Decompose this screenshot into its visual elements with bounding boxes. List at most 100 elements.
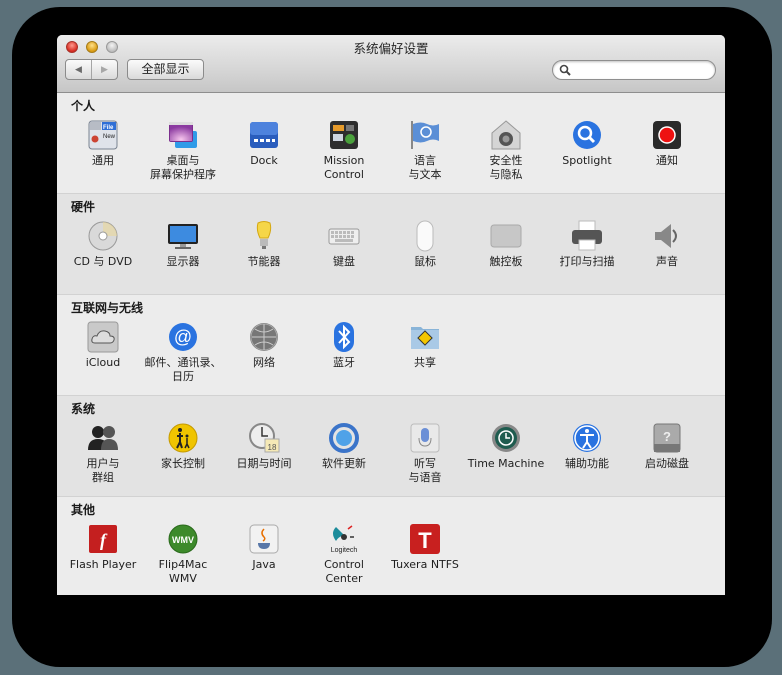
cd-dvd-icon: [87, 220, 119, 252]
titlebar[interactable]: 系统偏好设置 ◀ ▶ 全部显示: [57, 35, 725, 93]
pref-pane-label: CD 与 DVD: [73, 255, 133, 268]
print-scan-icon: [571, 220, 603, 252]
pref-pane-network[interactable]: 网络: [224, 321, 304, 370]
mouse-icon: [409, 220, 441, 252]
pref-pane-label: 家长控制: [161, 457, 205, 470]
pref-pane-dictation-speech[interactable]: 听写 与语音: [385, 422, 465, 485]
software-update-icon: [328, 422, 360, 454]
section-title: 个人: [71, 99, 96, 113]
pref-pane-mission-control[interactable]: Mission Control: [304, 119, 384, 182]
svg-text:File: File: [103, 125, 114, 131]
accessibility-icon: [571, 422, 603, 454]
pref-pane-date-time[interactable]: 18 日期与时间: [224, 422, 304, 471]
pref-pane-software-update[interactable]: 软件更新: [304, 422, 384, 471]
time-machine-icon: [490, 422, 522, 454]
pref-pane-label: Tuxera NTFS: [391, 558, 459, 571]
pref-pane-label: Java: [252, 558, 276, 571]
pref-pane-label: Flash Player: [69, 558, 137, 571]
notifications-icon: [651, 119, 683, 151]
pref-pane-label: 声音: [656, 255, 678, 268]
date-time-icon: 18: [248, 422, 280, 454]
pref-pane-spotlight[interactable]: Spotlight: [547, 119, 627, 168]
sound-icon: [651, 220, 683, 252]
pref-pane-sharing[interactable]: 共享: [385, 321, 465, 370]
pref-pane-language-text[interactable]: 语言 与文本: [385, 119, 465, 182]
pref-pane-label: 安全性 与隐私: [489, 154, 523, 181]
search-icon: [559, 64, 571, 76]
flash-player-icon: f: [87, 523, 119, 555]
pref-pane-label: 通知: [656, 154, 678, 167]
pref-pane-label: 桌面与 屏幕保护程序: [150, 154, 216, 181]
pref-pane-general[interactable]: File New 通用: [63, 119, 143, 168]
pref-pane-label: Spotlight: [562, 154, 612, 167]
desktop-screensaver-icon: [167, 119, 199, 151]
pref-pane-java[interactable]: Java: [224, 523, 304, 572]
pref-pane-label: 听写 与语音: [408, 457, 442, 484]
language-text-icon: [409, 119, 441, 151]
pref-pane-label: 网络: [253, 356, 275, 369]
icon-text: T: [418, 528, 432, 553]
dock-icon: [248, 119, 280, 151]
parental-controls-icon: [167, 422, 199, 454]
keyboard-icon: [328, 220, 360, 252]
pref-pane-mouse[interactable]: 鼠标: [385, 220, 465, 269]
pref-pane-sound[interactable]: 声音: [627, 220, 707, 269]
show-all-button[interactable]: 全部显示: [127, 59, 204, 80]
logitech-control-center-icon: Logitech: [328, 523, 360, 555]
pref-pane-label: 软件更新: [322, 457, 366, 470]
pref-pane-logitech-control-center[interactable]: Logitech Control Center: [304, 523, 384, 586]
startup-disk-icon: ?: [651, 422, 683, 454]
pref-pane-mail-contacts-calendars[interactable]: @ 邮件、通讯录、 日历: [143, 321, 223, 384]
pref-pane-label: 打印与扫描: [559, 255, 615, 268]
pref-pane-flash-player[interactable]: f Flash Player: [63, 523, 143, 572]
pref-pane-flip4mac[interactable]: WMV Flip4Mac WMV: [143, 523, 223, 586]
pref-pane-time-machine[interactable]: Time Machine: [466, 422, 546, 471]
dictation-speech-icon: [409, 422, 441, 454]
pref-pane-print-scan[interactable]: 打印与扫描: [547, 220, 627, 269]
displays-icon: [167, 220, 199, 252]
flip4mac-icon: WMV: [167, 523, 199, 555]
spotlight-icon: [571, 119, 603, 151]
pref-pane-tuxera-ntfs[interactable]: T Tuxera NTFS: [385, 523, 465, 572]
java-icon: [248, 523, 280, 555]
section-2: 互联网与无线 iCloud @ 邮件、通讯录、 日历 网络 蓝牙 共享: [57, 294, 725, 396]
pref-pane-dock[interactable]: Dock: [224, 119, 304, 168]
pref-pane-label: 通用: [92, 154, 114, 167]
icon-text: Logitech: [331, 547, 358, 554]
pref-pane-keyboard[interactable]: 键盘: [304, 220, 384, 269]
pref-pane-parental-controls[interactable]: 家长控制: [143, 422, 223, 471]
search-input[interactable]: [575, 62, 707, 78]
pref-pane-energy-saver[interactable]: 节能器: [224, 220, 304, 269]
section-title: 其他: [71, 503, 96, 517]
pref-pane-label: Time Machine: [467, 457, 545, 470]
pref-pane-accessibility[interactable]: 辅助功能: [547, 422, 627, 471]
back-button[interactable]: ◀: [66, 60, 91, 79]
pref-pane-label: 节能器: [247, 255, 281, 268]
trackpad-icon: [490, 220, 522, 252]
pref-pane-label: 日期与时间: [236, 457, 292, 470]
pref-pane-label: 语言 与文本: [408, 154, 442, 181]
pref-pane-displays[interactable]: 显示器: [143, 220, 223, 269]
pref-pane-security-privacy[interactable]: 安全性 与隐私: [466, 119, 546, 182]
pref-pane-desktop-screensaver[interactable]: 桌面与 屏幕保护程序: [143, 119, 223, 182]
svg-text:?: ?: [663, 429, 671, 444]
pref-pane-notifications[interactable]: 通知: [627, 119, 707, 168]
pref-pane-icloud[interactable]: iCloud: [63, 321, 143, 370]
pref-pane-trackpad[interactable]: 触控板: [466, 220, 546, 269]
pref-pane-label: Flip4Mac WMV: [158, 558, 208, 585]
icloud-icon: [87, 321, 119, 353]
pref-pane-cd-dvd[interactable]: CD 与 DVD: [63, 220, 143, 269]
search-field[interactable]: [552, 60, 716, 80]
pref-pane-startup-disk[interactable]: ? 启动磁盘: [627, 422, 707, 471]
forward-button[interactable]: ▶: [91, 60, 117, 79]
pref-pane-users-groups[interactable]: 用户与 群组: [63, 422, 143, 485]
section-title: 硬件: [71, 200, 96, 214]
svg-text:New: New: [103, 134, 116, 140]
pref-pane-label: 邮件、通讯录、 日历: [144, 356, 222, 383]
energy-saver-icon: [248, 220, 280, 252]
pref-pane-bluetooth[interactable]: 蓝牙: [304, 321, 384, 370]
pref-pane-label: 共享: [414, 356, 436, 369]
pref-pane-label: Control Center: [324, 558, 364, 585]
pref-pane-label: 辅助功能: [565, 457, 609, 470]
svg-text:@: @: [174, 327, 192, 347]
